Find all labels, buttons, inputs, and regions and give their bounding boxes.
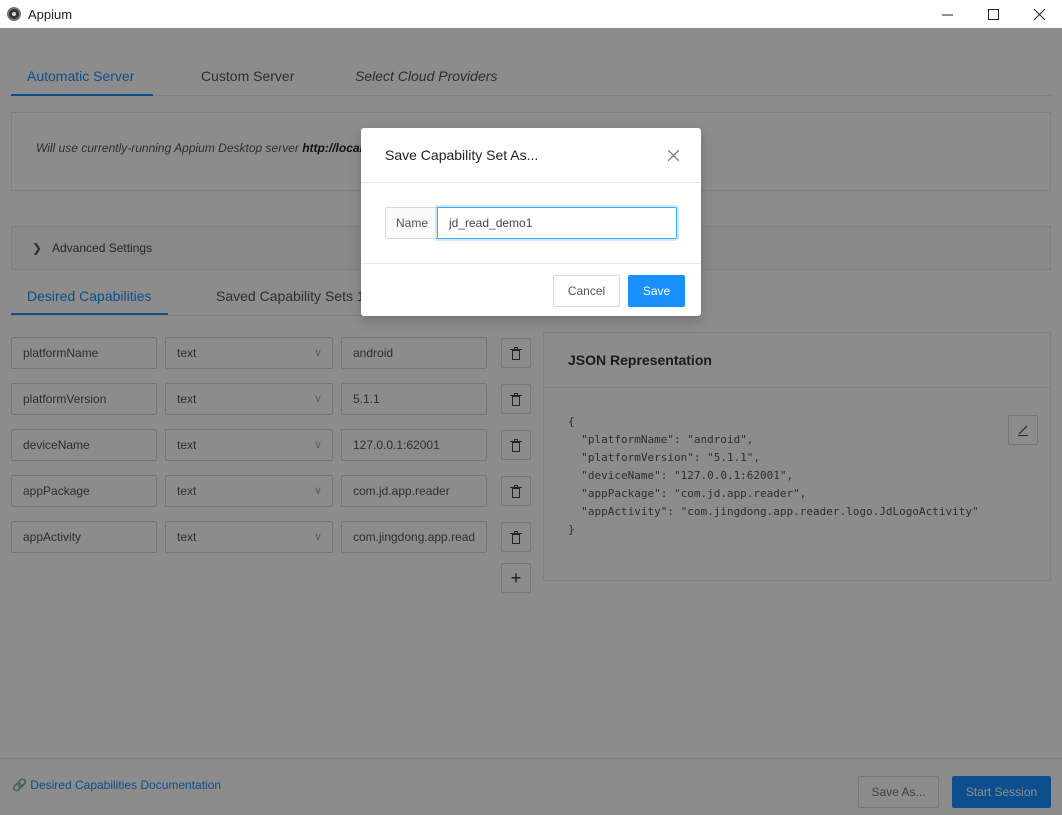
close-window-button[interactable] <box>1016 0 1062 28</box>
title-bar: Appium <box>0 0 1062 28</box>
window-controls <box>924 0 1062 28</box>
modal-header: Save Capability Set As... <box>361 128 701 183</box>
modal-close-button[interactable] <box>663 145 683 165</box>
name-field-label: Name <box>385 207 438 239</box>
appium-logo-icon <box>7 7 21 21</box>
capability-set-name-input[interactable] <box>437 207 677 239</box>
close-icon <box>667 149 679 161</box>
save-capability-modal: Save Capability Set As... Name Cancel Sa… <box>361 128 701 316</box>
close-icon <box>1033 8 1045 20</box>
minimize-icon <box>941 14 953 15</box>
modal-title: Save Capability Set As... <box>385 147 539 163</box>
modal-footer: Cancel Save <box>361 263 701 316</box>
maximize-icon <box>987 8 999 20</box>
save-button[interactable]: Save <box>628 275 685 307</box>
maximize-button[interactable] <box>970 0 1016 28</box>
cancel-button[interactable]: Cancel <box>553 275 620 307</box>
minimize-button[interactable] <box>924 0 970 28</box>
window-title: Appium <box>28 6 73 22</box>
